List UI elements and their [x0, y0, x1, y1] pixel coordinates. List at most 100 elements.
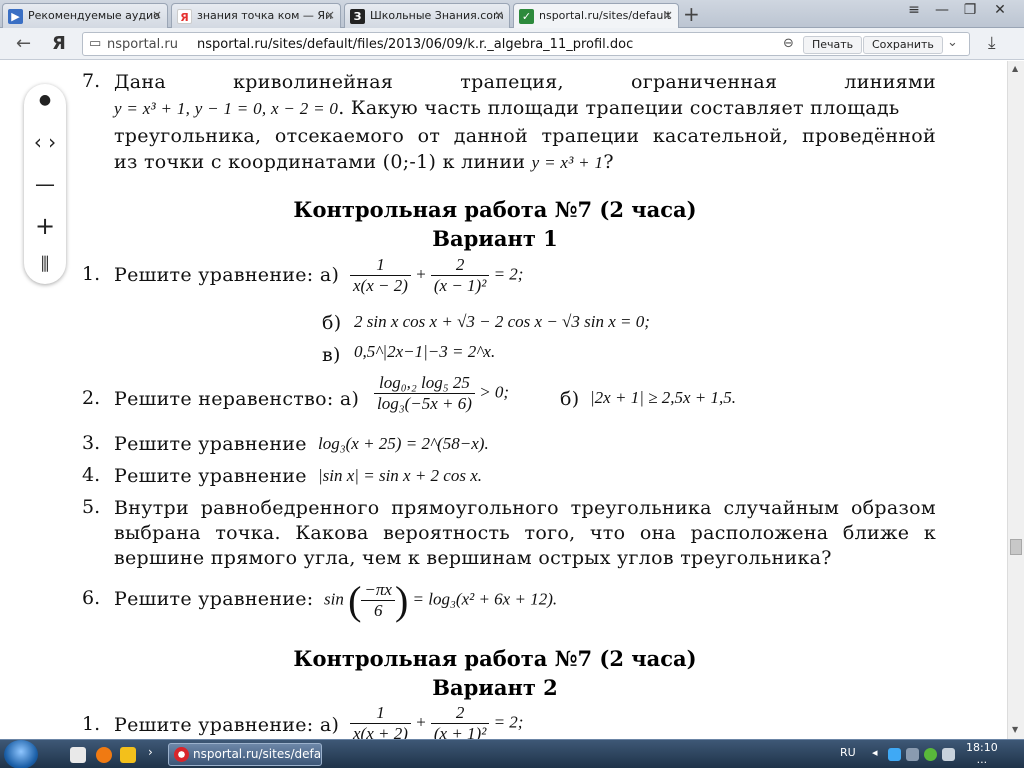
znanija-icon: З	[350, 9, 365, 24]
scroll-thumb[interactable]	[1010, 539, 1022, 555]
close-icon[interactable]: ×	[494, 8, 504, 22]
close-icon[interactable]: ×	[152, 8, 162, 22]
tab-bar: ▶ Рекомендуемые аудио × Я знания точка к…	[0, 0, 1024, 28]
problem-number: 7.	[82, 70, 101, 92]
network-icon[interactable]	[924, 748, 937, 761]
page-icon: ▭	[89, 36, 102, 51]
plus-sign: +	[415, 712, 427, 732]
print-button[interactable]: Печать	[803, 36, 863, 54]
restore-button[interactable]: ❐	[956, 2, 984, 22]
plus-sign: +	[415, 264, 427, 284]
fraction-denominator: log₃(−5x + 6)	[377, 394, 472, 413]
zoom-out-button[interactable]: —	[24, 172, 66, 196]
chevron-down-icon[interactable]: ⌄	[947, 35, 958, 50]
task-6: 6. Решите уравнение: sin (−πx 6) = log₃(x…	[82, 575, 942, 629]
equation-a: 1 x(x + 2) + 2 (x + 1)² = 2;	[350, 703, 523, 739]
save-button[interactable]: Сохранить	[863, 36, 943, 54]
tab-audio[interactable]: ▶ Рекомендуемые аудио ×	[2, 3, 168, 28]
task-text: Решите уравнение	[114, 433, 307, 455]
tab-label: nsportal.ru/sites/default	[539, 9, 671, 22]
yandex-logo[interactable]: Я	[52, 33, 66, 54]
dot-icon[interactable]: ●	[24, 92, 66, 108]
scroll-up-icon[interactable]: ▲	[1012, 64, 1018, 73]
new-tab-button[interactable]: +	[683, 2, 700, 26]
audio-icon: ▶	[8, 9, 23, 24]
tab-yandex[interactable]: Я знания точка ком — Ян ×	[171, 3, 341, 28]
tab-znanija[interactable]: З Школьные Знания.com ×	[344, 3, 510, 28]
taskbar-window-label: nsportal.ru/sites/defa...	[193, 747, 322, 761]
section-heading: Контрольная работа №7 (2 часа)	[293, 197, 697, 222]
document-viewport: 7. Дана криволинейная трапеция, ограниче…	[0, 61, 1007, 739]
skype-icon[interactable]	[888, 748, 901, 761]
windows-start-icon[interactable]	[4, 740, 38, 768]
task-number: 5.	[82, 496, 101, 518]
problem-text: из точки с координатами (0;-1) к линии	[114, 151, 526, 173]
vertical-scrollbar[interactable]: ▲ ▼	[1007, 61, 1024, 739]
task-4: 4. Решите уравнение |sin x| = sin x + 2 …	[82, 464, 942, 492]
scroll-down-icon[interactable]: ▼	[1012, 725, 1018, 734]
subtask-label: в)	[322, 344, 341, 366]
clock-date: ...	[976, 753, 988, 766]
fraction-denominator: 6	[373, 601, 383, 620]
task-text: Решите уравнение	[114, 465, 307, 487]
firefox-icon[interactable]	[96, 747, 112, 763]
math-formula: y = x³ + 1, y − 1 = 0, x − 2 = 0	[114, 99, 339, 118]
task-text: Внутри равнобедренного прямоугольного тр…	[114, 497, 936, 519]
subtask-label: б)	[560, 388, 580, 410]
close-icon[interactable]: ×	[663, 8, 673, 22]
app-icon[interactable]	[120, 747, 136, 763]
task-text: Решите неравенство: а)	[114, 388, 360, 410]
fraction-denominator: (x + 1)²	[433, 724, 487, 739]
problem-text: треугольника, отсекаемого от данной трап…	[114, 125, 936, 147]
task-text: вершине прямого угла, чем к вершинам ост…	[114, 547, 832, 569]
equation-a: 1 x(x − 2) + 2 (x − 1)² = 2;	[350, 255, 523, 296]
fit-page-icon[interactable]: ⫼	[24, 254, 66, 275]
equation-rhs: = log₃(x² + 6x + 12).	[412, 589, 558, 609]
minimize-button[interactable]: —	[928, 2, 956, 22]
menu-icon[interactable]: ≡	[900, 2, 928, 22]
fraction-numerator: 2	[430, 255, 490, 276]
tab-label: знания точка ком — Ян	[197, 9, 333, 22]
volume-icon[interactable]	[942, 748, 955, 761]
zoom-icon[interactable]: ⊖	[783, 36, 794, 51]
yandex-browser-icon	[174, 747, 189, 762]
task-3: 3. Решите уравнение log₃(x + 25) = 2^(58…	[82, 432, 942, 460]
problem-text: ?	[603, 151, 614, 173]
task-number: 6.	[82, 587, 101, 609]
navigation-bar: ← Я ▭ nsportal.ru nsportal.ru/sites/defa…	[0, 28, 1024, 60]
system-clock[interactable]: 18:10 ...	[966, 742, 998, 766]
fraction-denominator: x(x + 2)	[353, 724, 408, 739]
zoom-in-button[interactable]: +	[24, 212, 66, 240]
task-text: Решите уравнение:	[114, 588, 314, 610]
equation-b: 2 sin x cos x + √3 − 2 cos x − √3 sin x …	[354, 312, 650, 331]
task-number: 1.	[82, 713, 101, 735]
tray-icon[interactable]	[906, 748, 919, 761]
taskbar-window-item[interactable]: nsportal.ru/sites/defa...	[168, 743, 322, 766]
checkmark-icon: ✓	[519, 9, 534, 24]
math-formula: y = x³ + 1	[531, 153, 604, 172]
task-number: 3.	[82, 432, 101, 454]
close-icon[interactable]: ×	[325, 8, 335, 22]
subtask-label: б)	[322, 312, 342, 334]
variant-heading: Вариант 1	[432, 226, 558, 251]
equation-rhs: = 2;	[493, 712, 524, 732]
yandex-icon: Я	[177, 9, 192, 24]
tray-expand-icon[interactable]: ◂	[872, 746, 878, 759]
inequality-a: log₀,₂ log₅ 25 log₃(−5x + 6) > 0;	[374, 373, 509, 414]
chevron-right-icon[interactable]: ›	[148, 745, 153, 759]
fraction-denominator: x(x − 2)	[353, 276, 408, 295]
language-indicator[interactable]: RU	[840, 746, 856, 759]
close-window-button[interactable]: ✕	[986, 2, 1014, 22]
fraction-numerator: 1	[350, 703, 411, 724]
fraction-numerator: 2	[430, 703, 490, 724]
tab-nsportal[interactable]: ✓ nsportal.ru/sites/default ×	[513, 3, 679, 28]
task-number: 4.	[82, 464, 101, 486]
page-nav-arrows-icon[interactable]: ‹ ›	[24, 130, 66, 154]
task-number: 1.	[82, 263, 101, 285]
address-url: nsportal.ru/sites/default/files/2013/06/…	[197, 37, 634, 52]
tab-label: Рекомендуемые аудио	[28, 9, 160, 22]
explorer-icon[interactable]	[70, 747, 86, 763]
address-bar[interactable]: ▭ nsportal.ru nsportal.ru/sites/default/…	[82, 32, 970, 56]
back-button[interactable]: ←	[16, 33, 31, 54]
download-icon[interactable]: ⤓	[988, 33, 996, 53]
